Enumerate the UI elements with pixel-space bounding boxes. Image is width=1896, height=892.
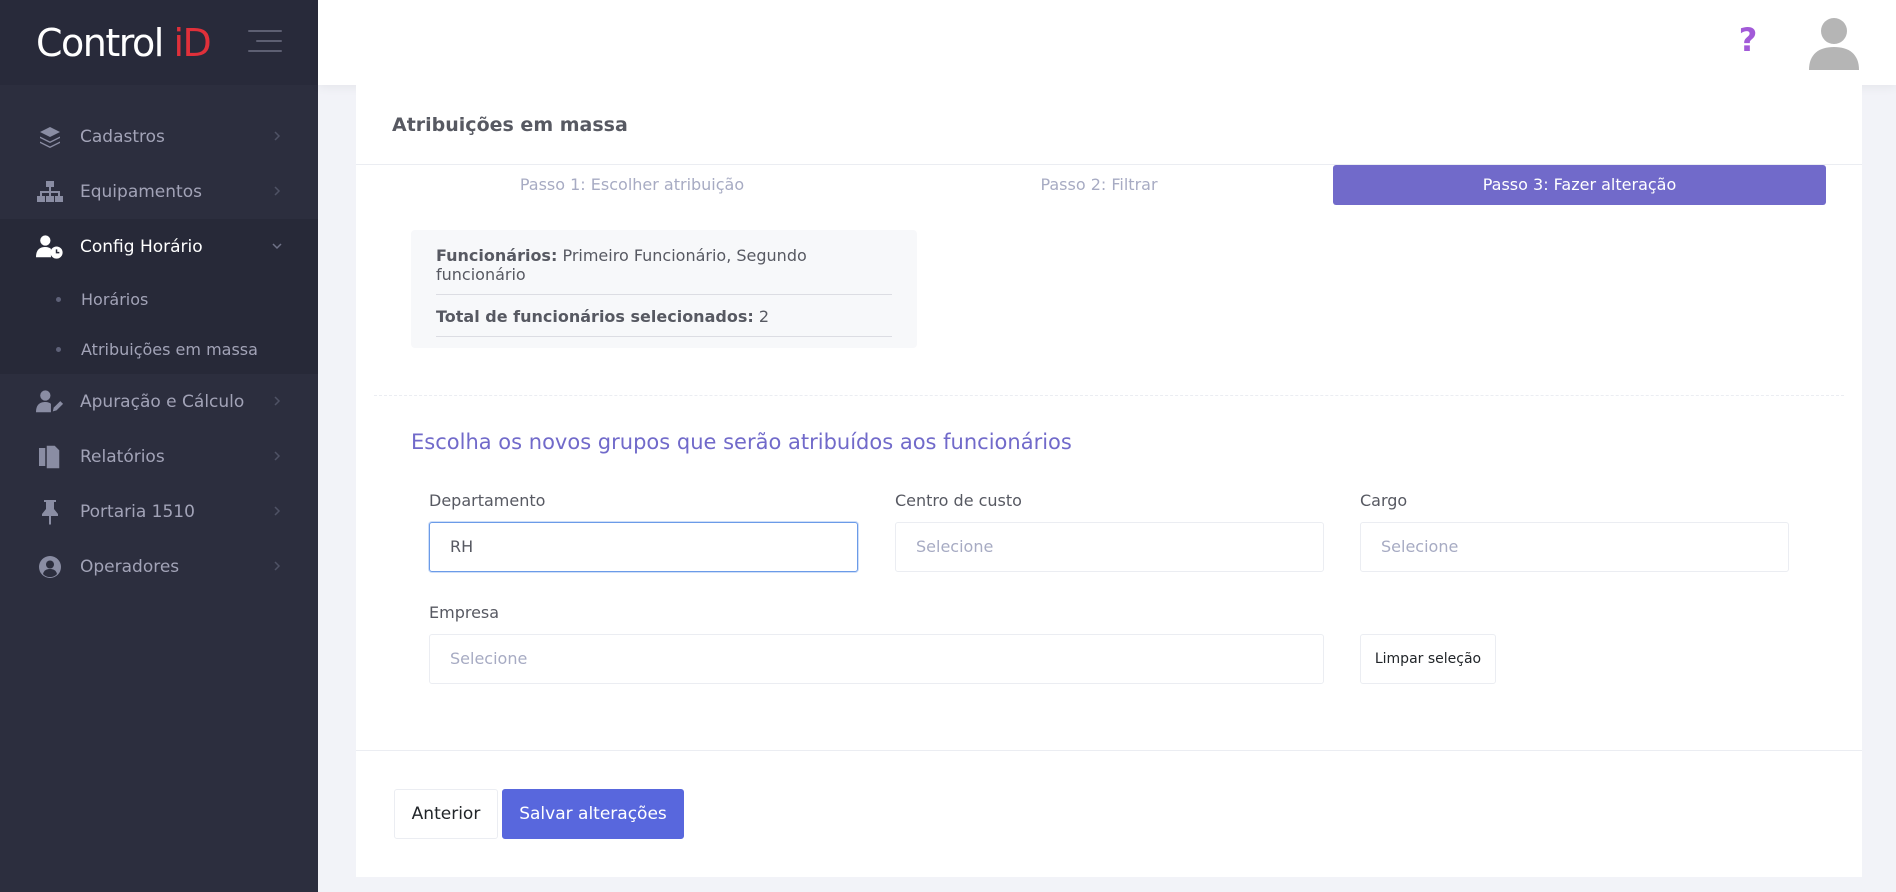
tab-step-1[interactable]: Passo 1: Escolher atribuição <box>411 165 853 205</box>
sidebar-menu: Cadastros Equipamentos Config Horário Ho… <box>0 85 318 594</box>
sidebar-item-label: Operadores <box>80 556 180 577</box>
centro-custo-label: Centro de custo <box>895 491 1022 510</box>
wizard-steps: Passo 1: Escolher atribuição Passo 2: Fi… <box>356 165 1862 210</box>
submenu-item-label: Horários <box>81 289 149 309</box>
card-header: Atribuições em massa <box>356 85 1862 165</box>
departamento-select[interactable]: RH <box>429 522 858 572</box>
chevron-right-icon <box>274 506 281 516</box>
user-circle-icon <box>36 553 64 581</box>
sidebar: Control iD Cadastros Equipamentos Config… <box>0 0 318 892</box>
help-icon[interactable]: ? <box>1734 22 1762 58</box>
main-card: Atribuições em massa Passo 1: Escolher a… <box>356 85 1862 877</box>
sidebar-item-label: Cadastros <box>80 126 165 147</box>
chevron-down-icon <box>272 243 282 250</box>
sitemap-icon <box>36 178 64 206</box>
chevron-right-icon <box>274 186 281 196</box>
save-changes-button[interactable]: Salvar alterações <box>502 789 684 839</box>
hamburger-menu-icon[interactable] <box>248 30 282 54</box>
selection-summary: Funcionários: Primeiro Funcionário, Segu… <box>411 230 917 348</box>
clear-selection-button[interactable]: Limpar seleção <box>1360 634 1496 684</box>
tab-step-3[interactable]: Passo 3: Fazer alteração <box>1333 165 1826 205</box>
tab-step-2[interactable]: Passo 2: Filtrar <box>878 165 1320 205</box>
files-icon <box>36 443 64 471</box>
departamento-label: Departamento <box>429 491 546 510</box>
chevron-right-icon <box>274 131 281 141</box>
top-bar: ? <box>318 0 1896 85</box>
pin-icon <box>36 498 64 526</box>
chevron-right-icon <box>274 396 281 406</box>
brand-bar: Control iD <box>0 0 318 85</box>
user-clock-icon <box>36 233 64 261</box>
sidebar-item-config-horario[interactable]: Config Horário <box>0 219 318 274</box>
footer-divider <box>356 750 1862 751</box>
cargo-select[interactable]: Selecione <box>1360 522 1789 572</box>
bullet-icon <box>56 346 61 352</box>
empresa-label: Empresa <box>429 603 500 622</box>
config-horario-submenu: Horários Atribuições em massa <box>0 274 318 374</box>
sidebar-item-label: Relatórios <box>80 446 165 467</box>
sidebar-item-cadastros[interactable]: Cadastros <box>0 109 318 164</box>
submenu-item-label: Atribuições em massa <box>81 339 258 359</box>
sidebar-item-portaria-1510[interactable]: Portaria 1510 <box>0 484 318 539</box>
chevron-right-icon <box>274 561 281 571</box>
sidebar-item-label: Config Horário <box>80 236 203 257</box>
sidebar-item-apuracao-calculo[interactable]: Apuração e Cálculo <box>0 374 318 429</box>
user-edit-icon <box>36 388 64 416</box>
sidebar-item-relatorios[interactable]: Relatórios <box>0 429 318 484</box>
submenu-item-horarios[interactable]: Horários <box>0 274 318 324</box>
employees-summary: Funcionários: Primeiro Funcionário, Segu… <box>436 246 892 295</box>
chevron-right-icon <box>274 451 281 461</box>
user-avatar[interactable] <box>1804 12 1864 72</box>
sidebar-item-label: Equipamentos <box>80 181 202 202</box>
page-title: Atribuições em massa <box>392 113 628 136</box>
sidebar-item-label: Portaria 1510 <box>80 501 195 522</box>
section-divider <box>374 395 1844 396</box>
bullet-icon <box>56 296 61 302</box>
submenu-item-atribuicoes-em-massa[interactable]: Atribuições em massa <box>0 324 318 374</box>
brand-logo[interactable]: Control iD <box>36 21 212 65</box>
empresa-select[interactable]: Selecione <box>429 634 1324 684</box>
sidebar-item-operadores[interactable]: Operadores <box>0 539 318 594</box>
centro-custo-select[interactable]: Selecione <box>895 522 1324 572</box>
layers-icon <box>36 123 64 151</box>
cargo-label: Cargo <box>1360 491 1408 510</box>
previous-button[interactable]: Anterior <box>394 789 498 839</box>
sidebar-item-equipamentos[interactable]: Equipamentos <box>0 164 318 219</box>
sidebar-item-label: Apuração e Cálculo <box>80 391 245 412</box>
total-summary: Total de funcionários selecionados: 2 <box>436 307 892 337</box>
section-title: Escolha os novos grupos que serão atribu… <box>411 430 1072 454</box>
